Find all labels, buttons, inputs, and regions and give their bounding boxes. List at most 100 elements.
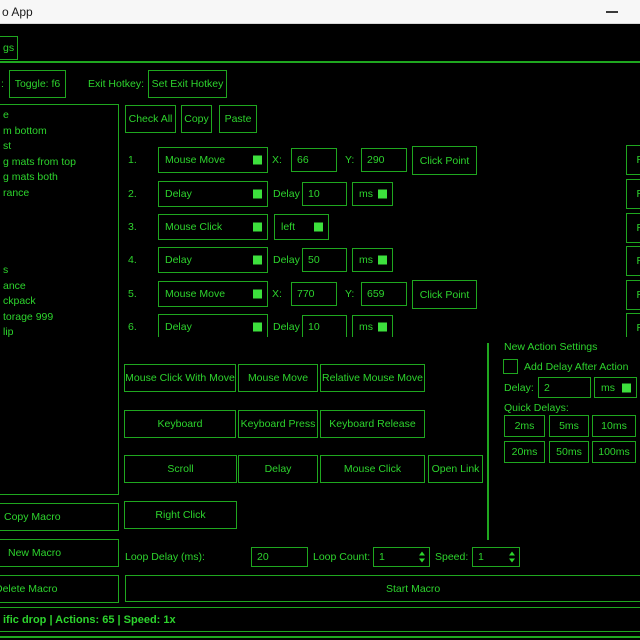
- copy-macro-button[interactable]: Copy Macro: [0, 503, 119, 531]
- quick-delays-label: Quick Delays:: [504, 402, 569, 414]
- y-input[interactable]: 659: [361, 282, 407, 306]
- dropdown-indicator-icon: [253, 256, 262, 265]
- delay-input[interactable]: 10: [302, 315, 347, 337]
- action-button-relative-mouse-move[interactable]: Relative Mouse Move: [320, 364, 425, 392]
- dropdown-indicator-icon: [622, 383, 631, 392]
- remove-button[interactable]: Remove: [626, 313, 640, 337]
- action-type-dropdown[interactable]: Mouse Click: [158, 214, 268, 240]
- delay-input[interactable]: 10: [302, 182, 347, 206]
- status-bar: ific drop | Actions: 65 | Speed: 1x: [0, 607, 640, 632]
- action-button-mouse-click-with-move[interactable]: Mouse Click With Move: [124, 364, 236, 392]
- y-label: Y:: [345, 154, 354, 166]
- delay-input[interactable]: 50: [302, 248, 347, 272]
- add-delay-label: Add Delay After Action: [524, 361, 628, 373]
- dropdown-indicator-icon: [253, 190, 262, 199]
- remove-button[interactable]: Remove: [626, 246, 640, 276]
- ms-dropdown[interactable]: ms: [352, 315, 393, 337]
- quick-delay-button[interactable]: 2ms: [504, 415, 545, 437]
- remove-button[interactable]: Remove: [626, 213, 640, 243]
- exit-hotkey-label: Exit Hotkey:: [88, 78, 144, 90]
- ms-dropdown[interactable]: ms: [594, 377, 637, 398]
- tab-settings[interactable]: gs: [0, 36, 18, 60]
- quick-delay-button[interactable]: 100ms: [592, 441, 636, 463]
- mouse-button-dropdown[interactable]: left: [274, 214, 329, 240]
- add-delay-checkbox[interactable]: [503, 359, 518, 374]
- window-title: o App: [0, 5, 33, 19]
- ms-dropdown[interactable]: ms: [352, 182, 393, 206]
- loop-count-label: Loop Count:: [313, 551, 370, 563]
- action-button-scroll[interactable]: Scroll: [124, 455, 237, 483]
- action-button-delay[interactable]: Delay: [238, 455, 318, 483]
- bottom-edge-line: [0, 636, 640, 638]
- action-button-right-click[interactable]: Right Click: [124, 501, 237, 529]
- check-all-button[interactable]: Check All: [125, 105, 176, 133]
- title-bar: o App: [0, 0, 640, 24]
- x-input[interactable]: 66: [291, 148, 337, 172]
- dropdown-indicator-icon: [378, 323, 387, 332]
- paste-button[interactable]: Paste: [219, 105, 257, 133]
- spinner-down-icon[interactable]: [509, 559, 515, 563]
- spinner-down-icon[interactable]: [419, 559, 425, 563]
- click-point-button[interactable]: Click Point: [412, 146, 477, 175]
- y-label: Y:: [345, 288, 354, 300]
- y-input[interactable]: 290: [361, 148, 407, 172]
- speed-label: Speed:: [435, 551, 468, 563]
- loop-delay-input[interactable]: 20: [251, 547, 308, 567]
- action-button-open-link[interactable]: Open Link: [428, 455, 483, 483]
- dropdown-indicator-icon: [253, 156, 262, 165]
- action-index-label: 3.: [128, 221, 137, 233]
- minimize-icon[interactable]: [606, 11, 618, 13]
- action-index-label: 5.: [128, 288, 137, 300]
- action-button-mouse-move[interactable]: Mouse Move: [238, 364, 318, 392]
- loop-count-spinner[interactable]: 1: [373, 547, 430, 567]
- click-point-button[interactable]: Click Point: [412, 280, 477, 309]
- action-type-dropdown[interactable]: Delay: [158, 314, 268, 337]
- action-index-label: 2.: [128, 188, 137, 200]
- x-label: X:: [272, 154, 282, 166]
- delay-label: Delay:: [504, 382, 534, 394]
- dropdown-indicator-icon: [378, 256, 387, 265]
- action-type-dropdown[interactable]: Delay: [158, 247, 268, 273]
- remove-button[interactable]: Remove: [626, 280, 640, 310]
- x-input[interactable]: 770: [291, 282, 337, 306]
- ms-dropdown[interactable]: ms: [352, 248, 393, 272]
- dropdown-indicator-icon: [378, 190, 387, 199]
- action-button-keyboard[interactable]: Keyboard: [124, 410, 236, 438]
- actions-viewport[interactable]: Check All Copy Paste 1. Mouse Move X: 66…: [0, 104, 640, 337]
- delay-label: Delay: [273, 321, 300, 333]
- quick-delay-button[interactable]: 20ms: [504, 441, 545, 463]
- copy-button[interactable]: Copy: [181, 105, 212, 133]
- spinner-up-icon[interactable]: [419, 552, 425, 556]
- action-button-keyboard-press[interactable]: Keyboard Press: [238, 410, 318, 438]
- status-text: ific drop | Actions: 65 | Speed: 1x: [3, 614, 176, 626]
- action-button-mouse-click[interactable]: Mouse Click: [320, 455, 425, 483]
- action-button-keyboard-release[interactable]: Keyboard Release: [320, 410, 425, 438]
- dropdown-indicator-icon: [314, 223, 323, 232]
- loop-delay-label: Loop Delay (ms):: [125, 551, 205, 563]
- quick-delay-button[interactable]: 10ms: [592, 415, 636, 437]
- quick-delay-button[interactable]: 50ms: [549, 441, 589, 463]
- action-type-dropdown[interactable]: Delay: [158, 181, 268, 207]
- dropdown-indicator-icon: [253, 323, 262, 332]
- settings-separator-line: [487, 343, 489, 540]
- remove-button[interactable]: Remove: [626, 145, 640, 175]
- quick-delay-button[interactable]: 5ms: [549, 415, 589, 437]
- action-type-dropdown[interactable]: Mouse Move: [158, 147, 268, 173]
- delay-label: Delay: [273, 254, 300, 266]
- delay-label: Delay: [273, 188, 300, 200]
- tab-pane-border: [0, 61, 640, 63]
- delay-input[interactable]: 2: [538, 377, 591, 398]
- dropdown-indicator-icon: [253, 290, 262, 299]
- new-macro-button[interactable]: New Macro: [0, 539, 119, 567]
- speed-spinner[interactable]: 1: [472, 547, 520, 567]
- toggle-hotkey-button[interactable]: Toggle: f6: [9, 70, 66, 98]
- hotkey-label-fragment: :: [1, 78, 4, 90]
- set-exit-hotkey-button[interactable]: Set Exit Hotkey: [148, 70, 227, 98]
- dropdown-indicator-icon: [253, 223, 262, 232]
- spinner-up-icon[interactable]: [509, 552, 515, 556]
- remove-button[interactable]: Remove: [626, 179, 640, 209]
- action-index-label: 6.: [128, 321, 137, 333]
- delete-macro-button[interactable]: Delete Macro: [0, 575, 119, 603]
- start-macro-button[interactable]: Start Macro: [125, 575, 640, 602]
- action-type-dropdown[interactable]: Mouse Move: [158, 281, 268, 307]
